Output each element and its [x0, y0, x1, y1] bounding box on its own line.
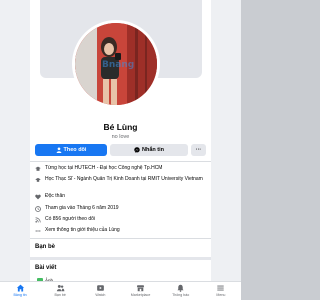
tab-menu[interactable]: Menu [204, 284, 238, 297]
friends-icon [56, 284, 65, 292]
graduation-cap-icon [35, 177, 41, 182]
more-button[interactable]: ··· [191, 144, 206, 156]
friends-section-title[interactable]: Bạn bè [35, 244, 55, 250]
tab-label: Bạn bè [54, 293, 66, 297]
tab-label: Bảng tin [13, 293, 27, 297]
watermark-logo: Bnang [102, 60, 135, 70]
menu-icon [217, 285, 225, 291]
more-dots-icon: ··· [195, 147, 202, 153]
tab-label: Watch [95, 293, 106, 297]
tab-label: Menu [216, 293, 226, 297]
home-icon [16, 284, 24, 292]
info-text: Học Thạc Sĩ - Ngành Quản Trị Kinh Doanh … [45, 176, 203, 182]
see-about-link[interactable]: Xem thông tin giới thiệu của Lùng [35, 227, 205, 234]
info-item-masters: Học Thạc Sĩ - Ngành Quản Trị Kinh Doanh … [35, 176, 205, 183]
follow-label: Theo dõi [63, 147, 87, 153]
tab-watch[interactable]: Watch [83, 284, 117, 297]
tab-news-feed[interactable]: Bảng tin [3, 284, 37, 297]
right-gutter [207, 0, 241, 300]
section-divider [30, 257, 211, 260]
messenger-icon [134, 147, 140, 153]
info-text: Xem thông tin giới thiệu của Lùng [45, 227, 120, 233]
bell-icon [177, 284, 184, 292]
info-text: Từng học tại HUTECH - Đại học Công nghệ … [45, 165, 163, 171]
marketplace-icon [136, 285, 145, 292]
profile-name: Bé Lùng [103, 122, 138, 132]
info-item-school: Từng học tại HUTECH - Đại học Công nghệ … [35, 165, 205, 172]
info-item-joined: Tham gia vào Tháng 6 năm 2019 [35, 205, 205, 212]
tab-marketplace[interactable]: Marketplace [124, 284, 158, 297]
clock-icon [35, 205, 41, 212]
profile-tagline: no love [111, 134, 130, 140]
message-button[interactable]: Nhắn tin [110, 144, 188, 156]
heart-icon [35, 194, 41, 199]
profile-content: Bé Lùng no love Theo dõi Nhắn tin ··· Từ… [30, 0, 211, 300]
divider [30, 238, 211, 239]
message-label: Nhắn tin [142, 147, 164, 153]
school-icon [35, 166, 41, 171]
tab-label: Marketplace [130, 293, 151, 297]
info-text: Độc thân [45, 193, 66, 199]
follow-icon [56, 147, 61, 153]
follow-button[interactable]: Theo dõi [35, 144, 107, 156]
info-item-followers: Có 856 người theo dõi [35, 216, 205, 223]
left-gutter [0, 0, 34, 300]
more-dots-icon [35, 229, 41, 232]
rss-icon [35, 216, 41, 223]
info-text: Có 856 người theo dõi [45, 216, 95, 222]
profile-screen: Bé Lùng no love Theo dõi Nhắn tin ··· Từ… [0, 0, 241, 300]
watch-icon [97, 285, 104, 291]
divider [30, 161, 211, 162]
tab-friends[interactable]: Bạn bè [43, 284, 77, 297]
posts-section-title: Bài viết [35, 265, 57, 271]
bottom-tab-bar: Bảng tin Bạn bè Watch Marketplace Thông … [0, 281, 241, 300]
tab-notifications[interactable]: Thông báo [164, 284, 198, 297]
info-text: Tham gia vào Tháng 6 năm 2019 [45, 205, 119, 211]
tab-label: Thông báo [172, 293, 190, 297]
info-item-relationship: Độc thân [35, 193, 205, 200]
profile-actions: Theo dõi Nhắn tin ··· [35, 144, 206, 156]
